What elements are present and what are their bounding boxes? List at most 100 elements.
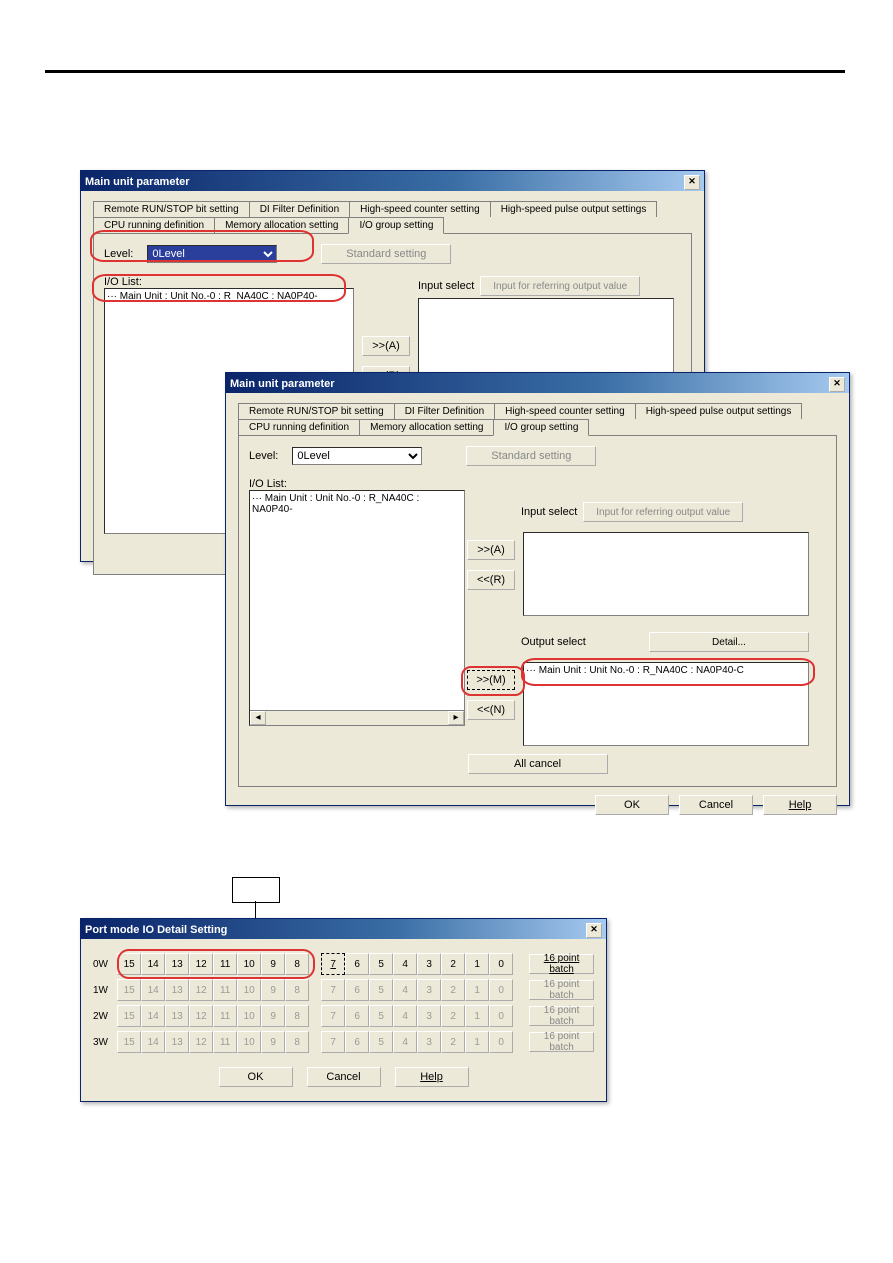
bit-button-2[interactable]: 2 xyxy=(441,953,465,975)
move-left-r-button[interactable]: <<(R) xyxy=(467,570,515,590)
bit-button-7[interactable]: 7 xyxy=(321,953,345,975)
standard-setting-button[interactable]: Standard setting xyxy=(321,244,451,264)
bit-button-13: 13 xyxy=(165,1031,189,1053)
bit-button-0: 0 xyxy=(489,1005,513,1027)
output-select-label: Output select xyxy=(521,636,586,648)
tab-hsc[interactable]: High-speed counter setting xyxy=(494,403,636,419)
input-referring-button[interactable]: Input for referring output value xyxy=(583,502,743,522)
tab-di-filter[interactable]: DI Filter Definition xyxy=(394,403,495,419)
batch-button: 16 point batch xyxy=(529,980,594,1000)
scroll-right-icon[interactable]: ▸ xyxy=(448,711,464,725)
close-icon[interactable]: ✕ xyxy=(829,377,845,392)
tab-hspo[interactable]: High-speed pulse output settings xyxy=(490,201,658,217)
input-select-list[interactable] xyxy=(523,532,809,616)
iolist-label: I/O List: xyxy=(249,478,459,490)
bit-button-5[interactable]: 5 xyxy=(369,953,393,975)
bit-row-2W: 2W151413121110987654321016 point batch xyxy=(93,1005,594,1027)
bit-button-7: 7 xyxy=(321,979,345,1001)
tab-di-filter[interactable]: DI Filter Definition xyxy=(249,201,350,217)
bit-button-5: 5 xyxy=(369,979,393,1001)
bit-button-9: 9 xyxy=(261,1005,285,1027)
tab-cpu-run[interactable]: CPU running definition xyxy=(93,217,215,233)
bit-button-13[interactable]: 13 xyxy=(165,953,189,975)
tab-memalloc[interactable]: Memory allocation setting xyxy=(359,419,494,435)
batch-button[interactable]: 16 point batch xyxy=(529,954,594,974)
bit-button-12: 12 xyxy=(189,1031,213,1053)
bit-button-14: 14 xyxy=(141,1005,165,1027)
bit-button-15: 15 xyxy=(117,979,141,1001)
input-referring-button[interactable]: Input for referring output value xyxy=(480,276,640,296)
ok-button[interactable]: OK xyxy=(595,795,669,815)
bit-button-1: 1 xyxy=(465,979,489,1001)
tab-io-group[interactable]: I/O group setting xyxy=(493,419,589,436)
titlebar: Main unit parameter ✕ xyxy=(81,171,704,191)
bit-button-1: 1 xyxy=(465,1005,489,1027)
bit-button-14: 14 xyxy=(141,979,165,1001)
bit-button-6[interactable]: 6 xyxy=(345,953,369,975)
close-icon[interactable]: ✕ xyxy=(684,175,700,190)
help-button[interactable]: Help xyxy=(763,795,837,815)
bit-button-13: 13 xyxy=(165,979,189,1001)
tab-remote-runstop[interactable]: Remote RUN/STOP bit setting xyxy=(238,403,395,419)
bit-button-12[interactable]: 12 xyxy=(189,953,213,975)
ok-button[interactable]: OK xyxy=(219,1067,293,1087)
bit-button-4: 4 xyxy=(393,1005,417,1027)
level-label: Level: xyxy=(104,248,133,260)
bit-button-10[interactable]: 10 xyxy=(237,953,261,975)
bit-button-15[interactable]: 15 xyxy=(117,953,141,975)
output-list-item[interactable]: ··· Main Unit : Unit No.-0 : R_NA40C : N… xyxy=(526,665,806,676)
tab-io-group[interactable]: I/O group setting xyxy=(348,217,444,234)
tab-cpu-run[interactable]: CPU running definition xyxy=(238,419,360,435)
bit-button-15: 15 xyxy=(117,1005,141,1027)
row-label: 2W xyxy=(93,1011,111,1022)
bit-button-3[interactable]: 3 xyxy=(417,953,441,975)
bit-button-3: 3 xyxy=(417,1031,441,1053)
cancel-button[interactable]: Cancel xyxy=(307,1067,381,1087)
bit-button-9[interactable]: 9 xyxy=(261,953,285,975)
all-cancel-button[interactable]: All cancel xyxy=(468,754,608,774)
output-select-list[interactable]: ··· Main Unit : Unit No.-0 : R_NA40C : N… xyxy=(523,662,809,746)
tab-remote-runstop[interactable]: Remote RUN/STOP bit setting xyxy=(93,201,250,217)
bit-button-6: 6 xyxy=(345,979,369,1001)
move-left-n-button[interactable]: <<(N) xyxy=(467,700,515,720)
io-list-item[interactable]: ··· Main Unit : Unit No.-0 : R_NA40C : N… xyxy=(107,291,351,302)
titlebar: Main unit parameter ✕ xyxy=(226,373,849,393)
move-right-a-button[interactable]: >>(A) xyxy=(362,336,410,356)
detail-button[interactable]: Detail... xyxy=(649,632,809,652)
bit-button-5: 5 xyxy=(369,1005,393,1027)
bit-button-14[interactable]: 14 xyxy=(141,953,165,975)
io-list-item[interactable]: ··· Main Unit : Unit No.-0 : R_NA40C : N… xyxy=(252,493,462,515)
tab-row-2: CPU running definition Memory allocation… xyxy=(238,419,837,435)
bit-button-1[interactable]: 1 xyxy=(465,953,489,975)
bit-button-0: 0 xyxy=(489,1031,513,1053)
standard-setting-button[interactable]: Standard setting xyxy=(466,446,596,466)
scroll-left-icon[interactable]: ◂ xyxy=(250,711,266,725)
bit-button-3: 3 xyxy=(417,1005,441,1027)
level-combo[interactable]: 0Level xyxy=(147,245,277,263)
window-title: Port mode IO Detail Setting xyxy=(85,924,227,936)
bit-button-10: 10 xyxy=(237,1031,261,1053)
cancel-button[interactable]: Cancel xyxy=(679,795,753,815)
close-icon[interactable]: ✕ xyxy=(586,923,602,938)
tab-hspo[interactable]: High-speed pulse output settings xyxy=(635,403,803,419)
bit-button-11[interactable]: 11 xyxy=(213,953,237,975)
batch-button: 16 point batch xyxy=(529,1032,594,1052)
tab-hsc[interactable]: High-speed counter setting xyxy=(349,201,491,217)
bit-button-2: 2 xyxy=(441,979,465,1001)
bit-button-0[interactable]: 0 xyxy=(489,953,513,975)
bit-button-2: 2 xyxy=(441,1005,465,1027)
input-select-label: Input select xyxy=(521,506,577,518)
tab-memalloc[interactable]: Memory allocation setting xyxy=(214,217,349,233)
bit-button-11: 11 xyxy=(213,1005,237,1027)
bit-button-5: 5 xyxy=(369,1031,393,1053)
io-list[interactable]: ··· Main Unit : Unit No.-0 : R_NA40C : N… xyxy=(249,490,465,726)
bit-button-13: 13 xyxy=(165,1005,189,1027)
help-button[interactable]: Help xyxy=(395,1067,469,1087)
move-right-a-button[interactable]: >>(A) xyxy=(467,540,515,560)
move-right-m-button[interactable]: >>(M) xyxy=(467,670,515,690)
bit-button-4: 4 xyxy=(393,1031,417,1053)
level-combo[interactable]: 0Level xyxy=(292,447,422,465)
bit-button-9: 9 xyxy=(261,1031,285,1053)
bit-button-8[interactable]: 8 xyxy=(285,953,309,975)
bit-button-4[interactable]: 4 xyxy=(393,953,417,975)
